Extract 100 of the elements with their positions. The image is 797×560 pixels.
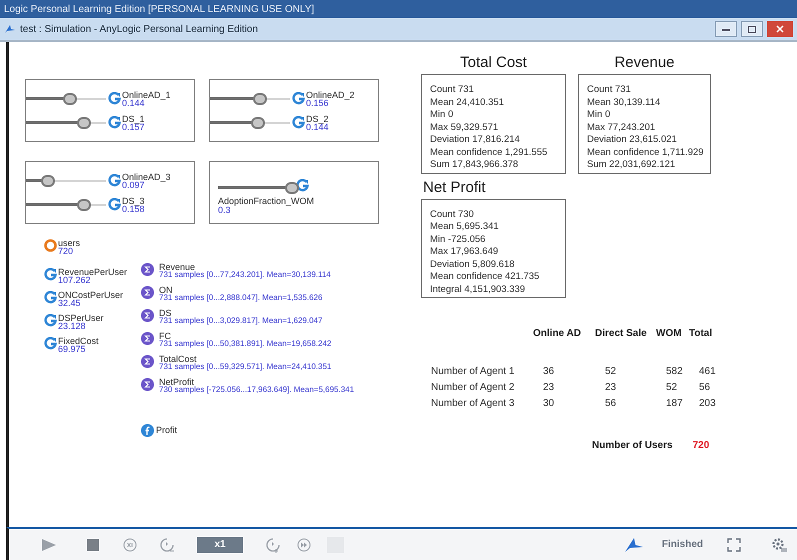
parameter-value: 69.975 bbox=[58, 345, 86, 353]
app-title: Logic Personal Learning Edition [PERSONAL LEARNING USE ONLY] bbox=[3, 2, 316, 16]
table-cell: 23 bbox=[605, 382, 616, 392]
slider-label: OnlineAD_1 bbox=[122, 90, 171, 98]
slider[interactable] bbox=[210, 92, 290, 104]
dataset-summary: 731 samples [0...3,029.817]. Mean=1,629.047 bbox=[159, 317, 322, 325]
statistic-line: Mean 24,410.351 bbox=[430, 96, 505, 109]
statistic-line: Count 731 bbox=[587, 84, 632, 96]
slider[interactable] bbox=[26, 116, 106, 128]
dataset-icon bbox=[141, 355, 154, 368]
slider-thumb[interactable] bbox=[76, 198, 91, 210]
dataset-icon bbox=[141, 332, 154, 345]
function-icon bbox=[141, 424, 154, 438]
fullscreen-icon[interactable] bbox=[727, 538, 741, 552]
parameter-icon bbox=[292, 92, 305, 105]
variable-value: 720 bbox=[58, 247, 74, 255]
parameter-icon bbox=[296, 179, 309, 192]
statistic-line: Deviation 17,816.214 bbox=[430, 134, 521, 146]
slider-label: DS_1 bbox=[122, 114, 145, 122]
stat-title: Total Cost bbox=[459, 54, 528, 72]
logo-icon bbox=[624, 536, 644, 552]
parameter-icon bbox=[292, 116, 305, 129]
dataset-label: ON bbox=[159, 286, 174, 294]
parameter-value: 23.128 bbox=[58, 322, 86, 330]
slider-label: OnlineAD_2 bbox=[306, 90, 355, 98]
column-header: WOM bbox=[656, 328, 682, 339]
dataset-summary: 731 samples [0...77,243.201]. Mean=30,139.114 bbox=[159, 271, 331, 279]
settings-icon[interactable] bbox=[771, 536, 787, 552]
column-header: Direct Sale bbox=[595, 328, 647, 339]
stat-title: Revenue bbox=[613, 54, 676, 72]
parameter-value: 107.262 bbox=[58, 276, 91, 284]
stop-icon[interactable] bbox=[87, 538, 99, 550]
run-once-icon[interactable] bbox=[123, 538, 137, 552]
row-label: Number of Agent 2 bbox=[431, 382, 514, 392]
dataset-summary: 731 samples [0...59,329.571]. Mean=24,410.351 bbox=[159, 363, 332, 371]
dataset-icon bbox=[141, 286, 154, 299]
fast-forward-icon[interactable] bbox=[297, 538, 311, 552]
maximize-button[interactable] bbox=[741, 21, 763, 37]
slider[interactable] bbox=[26, 92, 106, 104]
statistic-line: Max 59,329.571 bbox=[430, 122, 500, 134]
minimize-button[interactable] bbox=[715, 21, 737, 37]
statistic-line: Deviation 23,615.021 bbox=[587, 134, 678, 146]
parameter-icon bbox=[108, 116, 121, 129]
table-cell: 52 bbox=[605, 366, 616, 376]
slider[interactable] bbox=[26, 198, 106, 210]
slider-value: 0.3 bbox=[218, 206, 231, 214]
column-header: Total bbox=[689, 328, 712, 339]
dataset-label: Revenue bbox=[159, 263, 196, 271]
statistic-line: Mean 30,139.114 bbox=[587, 96, 662, 109]
parameter-icon bbox=[44, 268, 57, 281]
parameter-label: DSPerUser bbox=[58, 314, 104, 322]
parameter-label: ONCostPerUser bbox=[58, 291, 124, 299]
parameter-icon bbox=[44, 337, 57, 350]
status-text: Finished bbox=[662, 538, 703, 552]
slider-label: OnlineAD_3 bbox=[122, 172, 171, 180]
slider[interactable] bbox=[218, 182, 298, 194]
slider-thumb[interactable] bbox=[41, 174, 56, 186]
statistic-line: Min 0 bbox=[430, 109, 454, 122]
slider-value: 0.158 bbox=[122, 204, 145, 212]
slider[interactable] bbox=[26, 174, 106, 186]
slider-value: 0.144 bbox=[122, 98, 145, 106]
slider-thumb[interactable] bbox=[251, 116, 265, 128]
slider-label: DS_2 bbox=[306, 114, 329, 122]
speed-display: x1 bbox=[197, 536, 243, 552]
slider[interactable] bbox=[210, 116, 290, 128]
statistic-line: Deviation 5,809.618 bbox=[430, 258, 516, 271]
slider-thumb[interactable] bbox=[252, 92, 267, 104]
slow-down-icon[interactable] bbox=[159, 536, 175, 552]
variable-label: users bbox=[58, 239, 80, 247]
parameter-icon bbox=[108, 92, 121, 105]
statistic-line: Mean confidence 421.735 bbox=[430, 271, 540, 284]
row-label: Number of Agent 1 bbox=[431, 366, 514, 376]
dataset-icon bbox=[141, 263, 154, 276]
dataset-label: TotalCost bbox=[159, 355, 197, 363]
slider-thumb[interactable] bbox=[63, 92, 77, 104]
table-cell: 52 bbox=[666, 382, 678, 392]
close-button[interactable] bbox=[767, 21, 793, 37]
statistic-line: Min -725.056 bbox=[430, 234, 486, 246]
slider-thumb[interactable] bbox=[284, 182, 299, 194]
minimize-icon bbox=[722, 28, 730, 30]
table-cell: 461 bbox=[699, 366, 716, 376]
row-label: Number of Agent 3 bbox=[431, 398, 514, 408]
slider-label: DS_3 bbox=[122, 196, 145, 204]
statistic-line: Min 0 bbox=[587, 109, 612, 122]
slider-thumb[interactable] bbox=[76, 116, 91, 128]
slider-label: AdoptionFraction_WOM bbox=[218, 196, 316, 206]
table-cell: 56 bbox=[605, 398, 616, 408]
window-title: test : Simulation - AnyLogic Personal Learning Edition bbox=[20, 22, 258, 36]
parameter-value: 32.45 bbox=[58, 299, 81, 307]
dataset-label: NetProfit bbox=[159, 378, 194, 386]
logo-icon bbox=[4, 24, 16, 34]
play-icon[interactable] bbox=[41, 538, 57, 552]
speed-up-icon[interactable] bbox=[265, 536, 281, 552]
slider-value: 0.144 bbox=[306, 122, 329, 130]
variable-icon bbox=[44, 239, 57, 252]
table-cell: 30 bbox=[543, 398, 554, 408]
statistic-line: Mean confidence 1,291.555 bbox=[430, 146, 548, 159]
dataset-summary: 731 samples [0...2,888.047]. Mean=1,535.626 bbox=[159, 294, 322, 302]
table-cell: 36 bbox=[543, 366, 554, 376]
maximize-icon bbox=[748, 26, 756, 32]
